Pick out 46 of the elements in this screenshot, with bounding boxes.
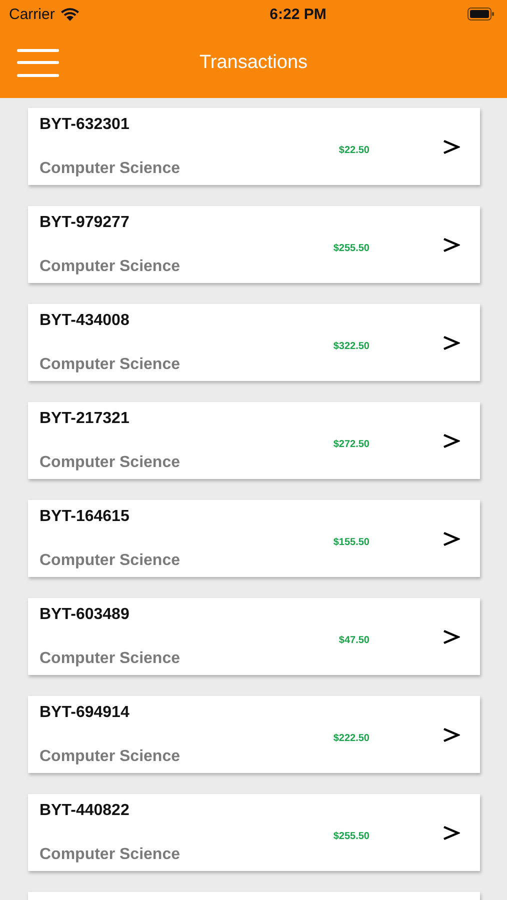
transaction-id: BYT-694914 [40,704,130,722]
category-label: Computer Science [40,552,180,570]
transaction-card[interactable]: BYT-434008 Computer Science $322.50 [28,304,480,381]
transaction-id: BYT-164615 [40,508,130,526]
category-label: Computer Science [40,258,180,276]
category-label: Computer Science [40,650,180,668]
transaction-id: BYT-603489 [40,606,130,624]
transaction-card[interactable]: BYT-217321 Computer Science $272.50 [28,402,480,479]
category-label: Computer Science [40,748,180,766]
menu-icon[interactable] [17,49,59,77]
transaction-id: BYT-217321 [40,410,130,428]
category-label: Computer Science [40,160,180,178]
transaction-card[interactable]: BYT-694914 Computer Science $222.50 [28,696,480,773]
battery-icon [466,7,495,21]
chevron-icon [442,726,460,742]
transaction-id: BYT-979277 [40,214,130,232]
amount-label: $322.50 [333,341,370,352]
chevron-icon [442,334,460,350]
amount-label: $222.50 [333,733,370,744]
category-label: Computer Science [40,356,180,374]
amount-label: $22.50 [338,145,370,156]
carrier-label: Carrier [9,6,55,22]
transaction-id: BYT-632301 [40,116,130,134]
transaction-id: BYT-434008 [40,312,130,330]
amount-label: $255.50 [333,831,370,842]
transaction-card[interactable]: BYT-979277 Computer Science $255.50 [28,206,480,283]
chevron-icon [442,432,460,448]
chevron-icon [442,138,460,154]
transaction-card[interactable]: BYT-632301 Computer Science $22.50 [28,108,480,185]
chevron-icon [442,530,460,546]
chevron-icon [442,628,460,644]
screen-title: Transactions [199,52,308,74]
transaction-card[interactable]: BYT-164615 Computer Science $155.50 [28,500,480,577]
amount-label: $272.50 [333,439,370,450]
transaction-card[interactable]: BYT-440822 Computer Science $255.50 [28,794,480,871]
amount-label: $47.50 [338,635,370,646]
transaction-card[interactable]: BYT-603489 Computer Science $47.50 [28,598,480,675]
chevron-icon [442,824,460,840]
wifi-icon [60,6,80,22]
category-label: Computer Science [40,846,180,864]
amount-label: $255.50 [333,243,370,254]
clock-time: 6:22 PM [270,6,326,22]
amount-label: $155.50 [333,537,370,548]
category-label: Computer Science [40,454,180,472]
chevron-icon [442,236,460,252]
transaction-id: BYT-440822 [40,802,130,820]
